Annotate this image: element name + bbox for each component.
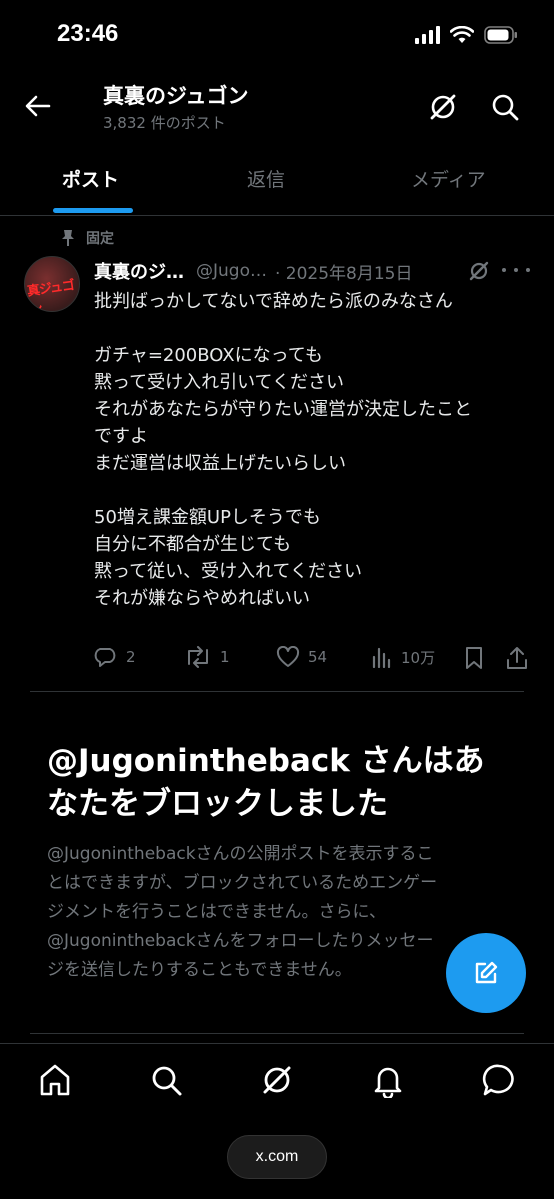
blocked-desc-line: @Jugoninthebackさんをフォローしたりメッセー (47, 931, 434, 951)
tweet-line: 批判ばっかしてないで辞めたら派のみなさん (94, 291, 453, 312)
pinned-label-row: 固定 (60, 228, 114, 248)
tweet-line (94, 315, 534, 342)
tweet-author-handle[interactable]: @Jugo… (196, 261, 267, 281)
blocked-title-line: @Jugonintheback さんはあ (47, 743, 485, 779)
tweet-line: ですよ (94, 426, 148, 447)
blocked-title: @Jugonintheback さんはあ なたをブロックしました (47, 740, 527, 826)
like-button[interactable]: 54 (276, 646, 327, 668)
profile-title: 真裏のジュゴン (103, 84, 249, 108)
cellular-signal-icon (415, 26, 440, 44)
profile-header: 真裏のジュゴン 3,832 件のポスト (0, 74, 554, 142)
status-icons (415, 26, 518, 44)
tweet-line: ガチャ=200BOXになっても (94, 345, 323, 366)
tweet-author-name[interactable]: 真裏のジ… (94, 259, 184, 283)
repost-button[interactable]: 1 (184, 646, 230, 668)
tweet-line: まだ運営は収益上げたいらしい (94, 453, 346, 474)
views-bar-chart-icon (372, 647, 391, 668)
pinned-label: 固定 (86, 231, 114, 247)
grok-icon (263, 1066, 291, 1094)
reply-count: 2 (126, 648, 136, 666)
grok-icon (469, 261, 489, 281)
divider (30, 691, 524, 692)
grok-icon (430, 94, 456, 120)
tweet-line: 50増え課金額UPしそうでも (94, 507, 321, 528)
nav-notifications[interactable] (370, 1062, 406, 1100)
active-tab-indicator (53, 208, 133, 213)
grok-button[interactable] (426, 90, 460, 124)
back-arrow-icon (25, 95, 51, 117)
more-dot (526, 268, 530, 272)
blocked-desc-line: @Jugoninthebackさんの公開ポストを表示するこ (47, 844, 434, 864)
like-count: 54 (308, 648, 328, 666)
compose-icon (475, 961, 498, 984)
avatar[interactable]: 真ジュゴン (24, 256, 80, 312)
search-button[interactable] (488, 90, 522, 124)
nav-messages[interactable] (481, 1062, 517, 1098)
tweet-line (94, 477, 534, 504)
reply-button[interactable]: 2 (94, 646, 136, 668)
battery-icon (484, 26, 517, 44)
profile-tabs: ポスト 返信 メディア (0, 150, 554, 216)
status-time: 23:46 (57, 20, 119, 47)
tweet-line: 黙って受け入れ引いてください (94, 372, 345, 393)
tweet-text: 批判ばっかしてないで辞めたら派のみなさん ガチャ=200BOXになっても 黙って… (94, 288, 534, 612)
nav-home[interactable] (37, 1062, 73, 1098)
post-count: 3,832 件のポスト (103, 114, 226, 132)
compose-button[interactable] (446, 933, 526, 1013)
bottom-nav (0, 1043, 554, 1119)
pin-icon (62, 230, 74, 246)
tweet-line: それがあなたらが守りたい運営が決定したこと (94, 399, 472, 420)
tweet-grok-button[interactable] (467, 259, 491, 283)
search-icon (492, 94, 519, 121)
nav-search[interactable] (148, 1062, 184, 1098)
chat-bubble-icon (482, 1064, 514, 1096)
status-bar: 23:46 (0, 0, 554, 74)
home-icon (40, 1064, 70, 1096)
wifi-icon (450, 26, 474, 43)
share-button[interactable] (506, 646, 528, 670)
blocked-title-line: なたをブロックしました (47, 786, 388, 822)
bookmark-icon (466, 647, 482, 669)
nav-grok[interactable] (259, 1062, 295, 1098)
tab-replies[interactable]: 返信 (247, 165, 285, 192)
view-count: 10万 (401, 648, 436, 667)
more-dot (502, 268, 506, 272)
tweet-actions: 2 1 54 10万 (94, 646, 534, 676)
bell-icon (374, 1067, 402, 1100)
views-button[interactable]: 10万 (371, 646, 435, 668)
heart-icon (276, 646, 300, 667)
repost-count: 1 (220, 648, 230, 666)
back-button[interactable] (22, 90, 54, 122)
avatar-logo-text: 真ジュゴン (26, 278, 75, 312)
divider (30, 1033, 524, 1034)
search-icon (152, 1066, 182, 1096)
share-icon (507, 647, 527, 669)
bookmark-button[interactable] (464, 646, 484, 670)
tweet-date[interactable]: · 2025年8月15日 (275, 259, 413, 284)
more-options-button[interactable] (502, 260, 530, 280)
tab-media[interactable]: メディア (411, 165, 486, 192)
browser-url-pill[interactable]: x.com (227, 1135, 327, 1179)
reply-icon (94, 648, 116, 667)
tab-posts[interactable]: ポスト (62, 165, 119, 192)
blocked-desc-line: とはできますが、ブロックされているためエンゲー (47, 873, 438, 893)
tweet-line: それが嫌ならやめればいい (94, 588, 310, 609)
tweet-line: 黙って従い、受け入れてください (94, 561, 363, 582)
blocked-desc-line: ジメントを行うことはできません。さらに、 (47, 902, 386, 922)
tweet-line: 自分に不都合が生じても (94, 534, 292, 555)
repost-icon (188, 646, 208, 668)
more-dot (514, 268, 518, 272)
